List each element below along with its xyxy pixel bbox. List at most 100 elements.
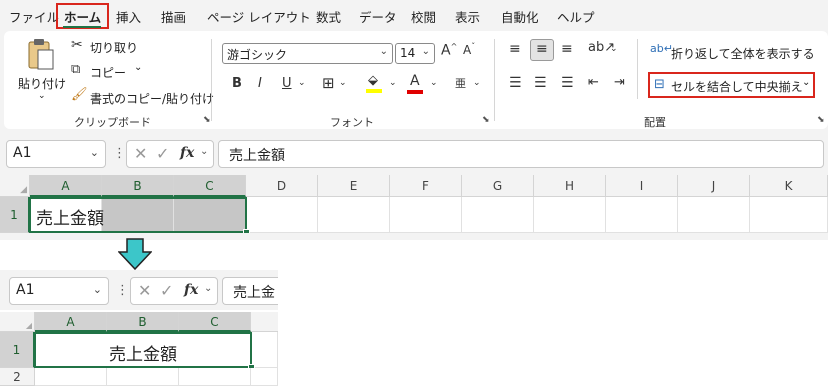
chevron-down-icon[interactable]: ⌄ xyxy=(802,77,810,88)
cell-h1[interactable] xyxy=(534,197,606,233)
menu-help[interactable]: ヘルプ xyxy=(557,7,595,26)
align-bottom-icon[interactable]: ≡ xyxy=(561,41,573,57)
column-header-k[interactable]: K xyxy=(750,175,828,197)
decrease-indent-icon[interactable]: ⇤ xyxy=(588,75,599,90)
align-center-icon[interactable]: ☰ xyxy=(534,75,547,91)
menu-automate[interactable]: 自動化 xyxy=(501,7,539,26)
column-header-a[interactable]: A xyxy=(35,312,107,332)
font-size-select[interactable]: 14 ⌄ xyxy=(395,43,435,64)
wrap-text-icon: ab↵ xyxy=(650,42,673,55)
insert-function-icon[interactable]: fx xyxy=(184,282,198,298)
chevron-down-icon[interactable]: ⌄ xyxy=(134,62,142,73)
row-header-2[interactable]: 2 xyxy=(0,368,35,386)
column-header-h[interactable]: H xyxy=(534,175,606,197)
font-color-button[interactable]: A xyxy=(405,73,427,95)
phonetic-guide-icon[interactable]: 亜 xyxy=(455,75,466,91)
ribbon: 貼り付け ⌄ ✂ 切り取り ⧉ コピー ⌄ 🖌 書式のコピー/貼り付け クリップ… xyxy=(4,31,828,129)
column-header-b[interactable]: B xyxy=(107,312,179,332)
borders-icon[interactable]: ⊞ xyxy=(322,74,335,92)
paste-button[interactable]: 貼り付け ⌄ xyxy=(18,37,66,101)
more-options-icon[interactable]: ⋮ xyxy=(113,146,126,161)
chevron-down-icon[interactable]: ⌄ xyxy=(473,78,481,88)
menu-draw[interactable]: 描画 xyxy=(161,7,186,26)
cell-a2[interactable] xyxy=(35,368,107,386)
more-options-icon[interactable]: ⋮ xyxy=(116,283,129,298)
select-all-corner[interactable]: ◢ xyxy=(0,312,35,332)
dialog-launcher-icon[interactable]: ⬊ xyxy=(817,115,825,125)
chevron-down-icon[interactable]: ⌄ xyxy=(298,78,306,88)
font-group-label: フォント xyxy=(330,116,374,129)
cell-j1[interactable] xyxy=(678,197,750,233)
cell-c2[interactable] xyxy=(179,368,251,386)
decrease-font-icon[interactable]: Aˇ xyxy=(463,42,475,57)
increase-font-icon[interactable]: A^ xyxy=(441,42,457,59)
dialog-launcher-icon[interactable]: ⬊ xyxy=(482,115,490,125)
column-header-c[interactable]: C xyxy=(174,175,246,197)
chevron-down-icon[interactable]: ⌄ xyxy=(610,44,618,54)
paste-icon xyxy=(28,39,54,70)
merge-cells-icon: ⊟ xyxy=(654,77,665,92)
cancel-icon[interactable]: ✕ xyxy=(134,144,147,163)
column-header-a[interactable]: A xyxy=(30,175,102,197)
menu-file[interactable]: ファイル xyxy=(9,7,59,26)
cut-button[interactable]: 切り取り xyxy=(90,39,138,56)
name-box-after[interactable]: A1 ⌄ xyxy=(9,277,109,305)
wrap-text-button[interactable]: 折り返して全体を表示する xyxy=(671,45,815,62)
menu-page-layout[interactable]: ページ レイアウト xyxy=(207,7,311,26)
enter-icon[interactable]: ✓ xyxy=(156,144,169,163)
column-header-i[interactable]: I xyxy=(606,175,678,197)
cell-d1[interactable] xyxy=(251,332,278,368)
cell-k1[interactable] xyxy=(750,197,828,233)
cell-i1[interactable] xyxy=(606,197,678,233)
increase-indent-icon[interactable]: ⇥ xyxy=(614,75,625,90)
chevron-down-icon[interactable]: ⌄ xyxy=(339,78,347,88)
align-right-icon[interactable]: ☰ xyxy=(561,75,574,91)
font-name-select[interactable]: 游ゴシック ⌄ xyxy=(222,43,393,64)
cell-f1[interactable] xyxy=(390,197,462,233)
column-header-f[interactable]: F xyxy=(390,175,462,197)
cell-b2[interactable] xyxy=(107,368,179,386)
font-color-swatch xyxy=(407,90,423,94)
chevron-down-icon[interactable]: ⌄ xyxy=(200,146,208,157)
dialog-launcher-icon[interactable]: ⬊ xyxy=(203,115,211,125)
chevron-down-icon[interactable]: ⌄ xyxy=(204,283,212,294)
cancel-icon[interactable]: ✕ xyxy=(138,281,151,300)
column-header-b[interactable]: B xyxy=(102,175,174,197)
row-header-1[interactable]: 1 xyxy=(0,197,30,233)
align-left-icon[interactable]: ☰ xyxy=(509,75,522,91)
menu-formulas[interactable]: 数式 xyxy=(316,7,341,26)
copy-button[interactable]: コピー xyxy=(90,64,126,81)
cell-e1[interactable] xyxy=(318,197,390,233)
column-header-j[interactable]: J xyxy=(678,175,750,197)
italic-button[interactable]: I xyxy=(258,76,262,91)
menu-insert[interactable]: 挿入 xyxy=(116,7,141,26)
bold-button[interactable]: B xyxy=(232,76,242,91)
underline-button[interactable]: U xyxy=(282,76,292,91)
chevron-down-icon[interactable]: ⌄ xyxy=(389,78,397,88)
menu-review[interactable]: 校閲 xyxy=(411,7,436,26)
chevron-down-icon[interactable]: ⌄ xyxy=(430,78,438,88)
insert-function-icon[interactable]: fx xyxy=(180,145,194,161)
align-top-icon[interactable]: ≡ xyxy=(509,41,521,57)
formula-input[interactable]: 売上金額 xyxy=(218,140,824,168)
name-box[interactable]: A1 ⌄ xyxy=(6,140,106,168)
column-header-e[interactable]: E xyxy=(318,175,390,197)
menu-data[interactable]: データ xyxy=(359,7,397,26)
formula-input-after[interactable]: 売上金 xyxy=(222,277,278,305)
row-header-1[interactable]: 1 xyxy=(0,332,35,368)
font-size-value: 14 xyxy=(400,46,416,60)
fill-color-button[interactable]: ⬙ xyxy=(364,73,386,95)
format-painter-button[interactable]: 書式のコピー/貼り付け xyxy=(90,90,214,107)
enter-icon[interactable]: ✓ xyxy=(160,281,173,300)
column-header-g[interactable]: G xyxy=(462,175,534,197)
select-all-corner[interactable]: ◢ xyxy=(0,175,30,197)
column-header-c[interactable]: C xyxy=(179,312,251,332)
menu-view[interactable]: 表示 xyxy=(455,7,480,26)
cell-d2[interactable] xyxy=(251,368,278,386)
column-header-d[interactable]: D xyxy=(246,175,318,197)
align-middle-button[interactable]: ≡ xyxy=(530,39,554,61)
merge-center-button[interactable]: セルを結合して中央揃え xyxy=(671,78,803,95)
cell-g1[interactable] xyxy=(462,197,534,233)
cell-d1[interactable] xyxy=(246,197,318,233)
alignment-group-label: 配置 xyxy=(644,116,666,129)
